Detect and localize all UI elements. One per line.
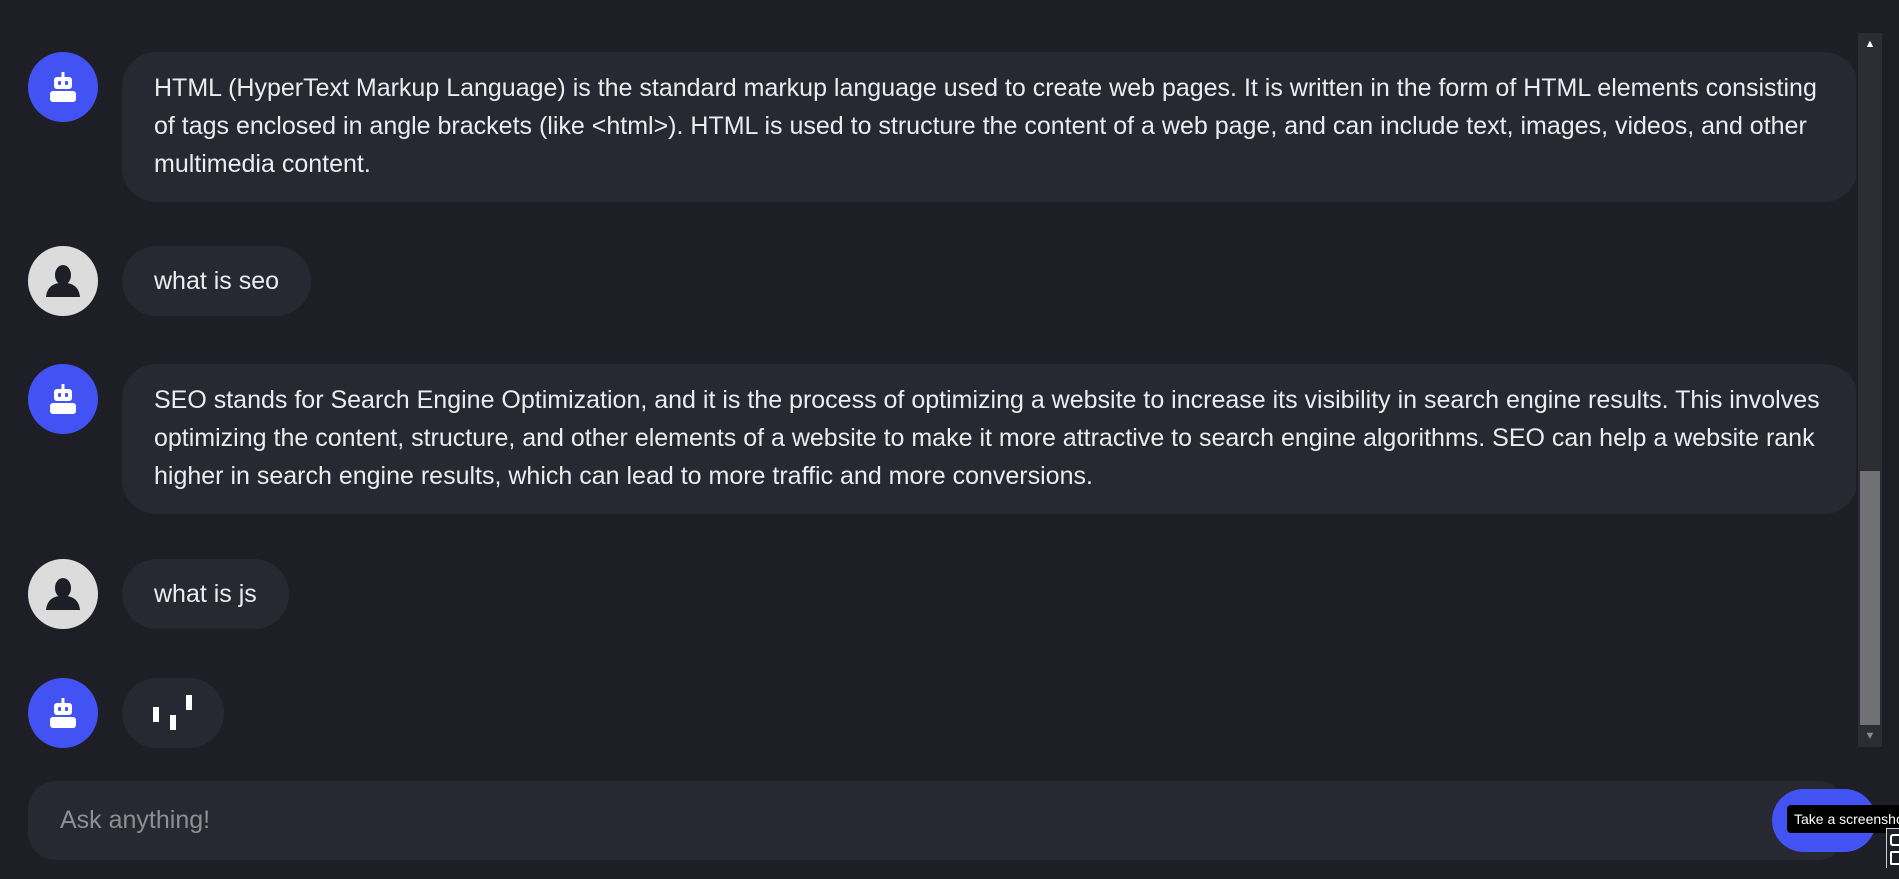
typing-indicator [122,678,224,748]
bot-message-text: SEO stands for Search Engine Optimizatio… [122,364,1856,514]
screenshot-tooltip: Take a screenshot [1787,805,1899,833]
robot-icon [50,698,76,728]
user-avatar [28,246,98,316]
bot-avatar [28,678,98,748]
user-message: what is js [28,559,289,629]
user-silhouette-icon [46,265,80,297]
chat-app: HTML (HyperText Markup Language) is the … [0,0,1899,879]
message-input-container [28,781,1846,860]
robot-icon [50,72,76,102]
user-message: what is seo [28,246,312,316]
triangle-down-icon[interactable]: ▼ [1858,725,1882,747]
bot-avatar [28,52,98,122]
user-message-text: what is seo [122,246,312,316]
typing-indicator-bar [186,695,192,710]
scrollbar-thumb[interactable] [1860,471,1880,725]
bot-message-typing [28,678,224,748]
robot-icon [50,384,76,414]
scrollbar-track[interactable] [1860,55,1880,725]
screenshot-icon[interactable] [1886,828,1899,868]
user-message-text: what is js [122,559,289,629]
typing-indicator-bar [170,715,176,730]
bot-avatar [28,364,98,434]
chat-scrollbar[interactable]: ▲ ▼ [1858,33,1882,747]
bot-message: SEO stands for Search Engine Optimizatio… [28,364,1856,514]
triangle-up-icon[interactable]: ▲ [1858,33,1882,55]
bot-message: HTML (HyperText Markup Language) is the … [28,52,1856,202]
typing-indicator-bar [153,707,159,722]
chat-messages[interactable]: HTML (HyperText Markup Language) is the … [0,0,1856,756]
bot-message-text: HTML (HyperText Markup Language) is the … [122,52,1856,202]
user-avatar [28,559,98,629]
user-silhouette-icon [46,578,80,610]
message-input[interactable] [28,781,1768,860]
